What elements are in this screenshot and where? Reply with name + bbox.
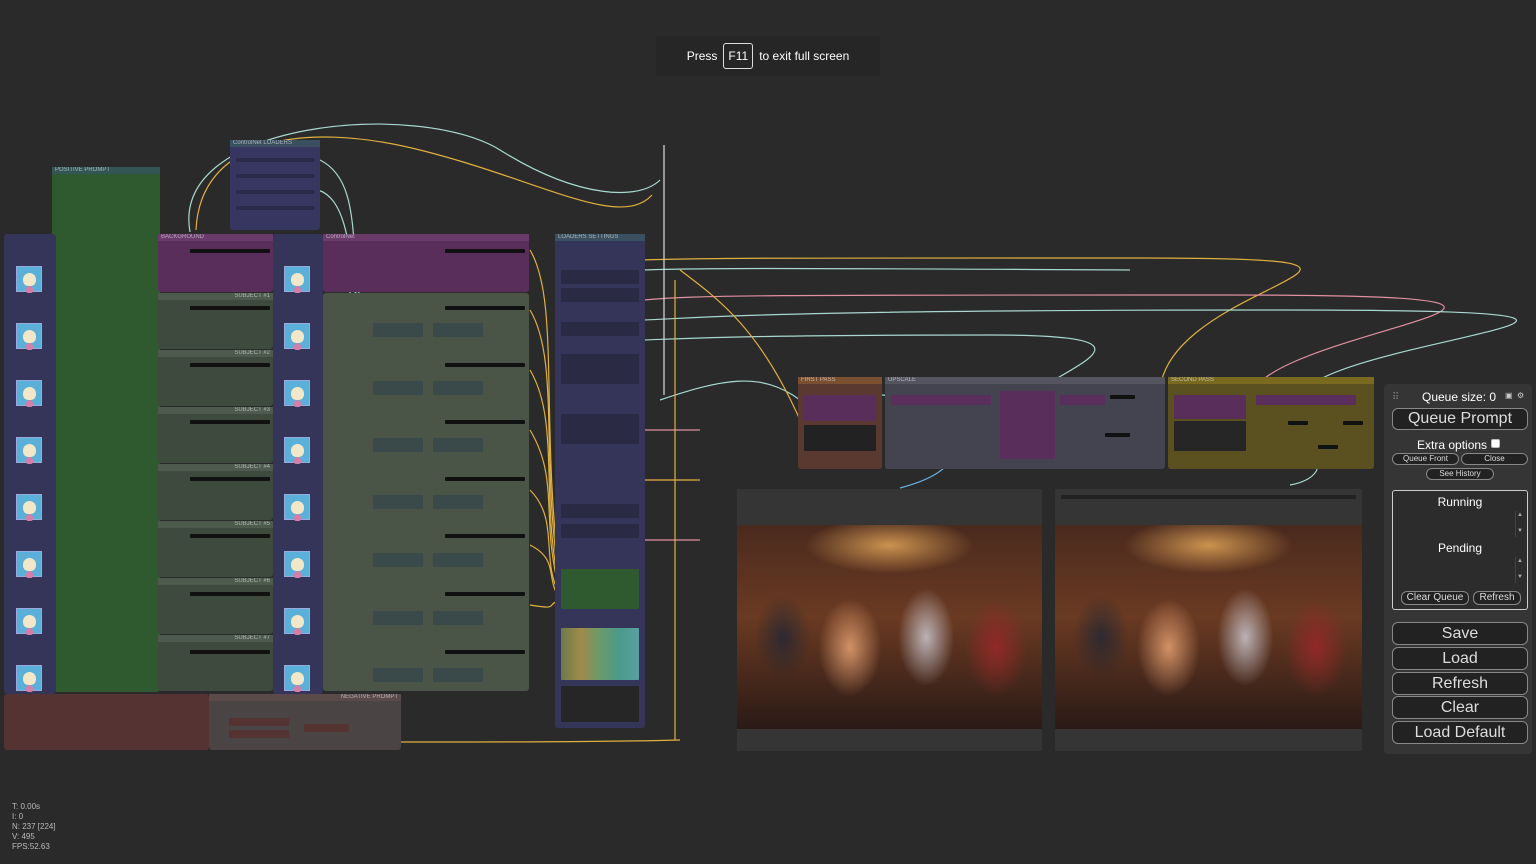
pending-label: Pending bbox=[1437, 541, 1483, 555]
second-pass-title: SECOND PASS bbox=[1168, 377, 1374, 384]
stat-nodes: N: 237 [224] bbox=[12, 822, 56, 831]
subject-title-7: SUBJECT #7 bbox=[158, 635, 273, 642]
subject-thumbnail[interactable] bbox=[16, 608, 42, 634]
stat-iterations: I: 0 bbox=[12, 812, 24, 821]
mask-thumbnail[interactable] bbox=[284, 323, 310, 349]
mask-thumbnail[interactable] bbox=[284, 380, 310, 406]
background-group[interactable]: BACKGROUND bbox=[158, 234, 273, 292]
subject-group-1[interactable]: SUBJECT #1 bbox=[158, 293, 273, 349]
controlnet-subject-column[interactable] bbox=[323, 293, 529, 691]
controlnet-background-group[interactable]: ControlNet bbox=[323, 234, 529, 292]
close-button[interactable]: Close bbox=[1461, 453, 1528, 465]
refresh-queue-button[interactable]: Refresh bbox=[1473, 591, 1521, 605]
extra-options-checkbox[interactable] bbox=[1491, 439, 1500, 448]
running-label: Running bbox=[1437, 495, 1483, 509]
save-button[interactable]: Save bbox=[1392, 622, 1528, 645]
subject-thumbnail[interactable] bbox=[16, 494, 42, 520]
see-history-button[interactable]: See History bbox=[1426, 468, 1494, 480]
controlnet-loaders-title: ControlNet LOADERS bbox=[230, 140, 320, 147]
first-pass-title: FIRST PASS bbox=[798, 377, 882, 384]
second-pass-image[interactable] bbox=[1055, 525, 1362, 729]
stat-time: T: 0.00s bbox=[12, 802, 41, 811]
clear-button[interactable]: Clear bbox=[1392, 696, 1528, 719]
upscale-title: UPSCALE bbox=[885, 377, 1165, 384]
loaders-settings-title: LOADERS SETTINGS bbox=[555, 234, 645, 241]
gear-icon[interactable]: ⚙ bbox=[1517, 392, 1525, 400]
clear-queue-button[interactable]: Clear Queue bbox=[1401, 591, 1469, 605]
queue-front-button[interactable]: Queue Front bbox=[1392, 453, 1459, 465]
pending-scrollbar[interactable]: ▲ ▼ bbox=[1515, 557, 1524, 583]
mask-thumbnail[interactable] bbox=[284, 437, 310, 463]
subject-thumbnail[interactable] bbox=[16, 380, 42, 406]
load-button[interactable]: Load bbox=[1392, 647, 1528, 670]
running-scrollbar[interactable]: ▲ ▼ bbox=[1515, 511, 1524, 537]
fullscreen-hint-press: Press bbox=[686, 49, 718, 63]
subject-thumbnail[interactable] bbox=[16, 323, 42, 349]
subject-group-3[interactable]: SUBJECT #3 bbox=[158, 407, 273, 463]
second-pass-preview[interactable] bbox=[1055, 489, 1362, 751]
stat-visible: V: 495 bbox=[12, 832, 35, 841]
queue-list: Running ▲ ▼ Pending ▲ ▼ Clear Queue Refres… bbox=[1392, 490, 1528, 610]
first-pass-group[interactable]: FIRST PASS bbox=[798, 377, 882, 469]
drag-handle-icon[interactable]: ⠿ bbox=[1392, 392, 1399, 403]
refresh-button[interactable]: Refresh bbox=[1392, 672, 1528, 695]
extra-options-label: Extra options bbox=[1417, 438, 1488, 452]
mask-thumbnail[interactable] bbox=[284, 665, 310, 691]
subject-group-6[interactable]: SUBJECT #6 bbox=[158, 578, 273, 634]
first-pass-image[interactable] bbox=[737, 525, 1042, 729]
loaders-settings-group[interactable]: LOADERS SETTINGS bbox=[555, 234, 645, 728]
subject-thumbnail[interactable] bbox=[16, 551, 42, 577]
subject-thumbnail[interactable] bbox=[16, 437, 42, 463]
subject-title-2: SUBJECT #2 bbox=[158, 350, 273, 357]
comfy-menu: ⠿ Queue size: 0 ▣ ⚙ Queue Prompt Extra o… bbox=[1384, 384, 1532, 754]
controlnet-loaders-group[interactable]: ControlNet LOADERS bbox=[230, 140, 320, 230]
subject-group-4[interactable]: SUBJECT #4 bbox=[158, 464, 273, 520]
subject-thumbnail[interactable] bbox=[16, 266, 42, 292]
subject-title-3: SUBJECT #3 bbox=[158, 407, 273, 414]
mask-thumbnail[interactable] bbox=[284, 551, 310, 577]
negative-prompt-group[interactable]: NEGATIVE PROMPT bbox=[209, 694, 401, 750]
controlnet-title: ControlNet bbox=[323, 234, 529, 241]
fullscreen-hint-text: to exit full screen bbox=[759, 49, 850, 63]
subject-group-5[interactable]: SUBJECT #5 bbox=[158, 521, 273, 577]
upscale-group[interactable]: UPSCALE bbox=[885, 377, 1165, 469]
fullscreen-hint: Press F11 to exit full screen bbox=[656, 36, 880, 76]
mask-thumbnail[interactable] bbox=[284, 266, 310, 292]
graph-canvas[interactable]: Press F11 to exit full screen POSITIVE P… bbox=[0, 0, 1536, 864]
negative-prompt-title: NEGATIVE PROMPT bbox=[209, 694, 401, 701]
positive-prompt-group[interactable]: POSITIVE PROMPT bbox=[52, 167, 160, 692]
subject-thumbnail[interactable] bbox=[16, 665, 42, 691]
queue-size: Queue size: 0 bbox=[1422, 390, 1497, 404]
subject-title-1: SUBJECT #1 bbox=[158, 293, 273, 300]
subject-title-6: SUBJECT #6 bbox=[158, 578, 273, 585]
queue-prompt-button[interactable]: Queue Prompt bbox=[1392, 408, 1528, 430]
subject-title-5: SUBJECT #5 bbox=[158, 521, 273, 528]
positive-prompt-title: POSITIVE PROMPT bbox=[52, 167, 160, 174]
subject-group-2[interactable]: SUBJECT #2 bbox=[158, 350, 273, 406]
subject-group-7[interactable]: SUBJECT #7 bbox=[158, 635, 273, 691]
first-pass-preview[interactable] bbox=[737, 489, 1042, 751]
negative-prompt-input[interactable] bbox=[4, 694, 209, 750]
subject-title-4: SUBJECT #4 bbox=[158, 464, 273, 471]
second-pass-group[interactable]: SECOND PASS bbox=[1168, 377, 1374, 469]
f11-key: F11 bbox=[723, 43, 754, 69]
background-title: BACKGROUND bbox=[158, 234, 273, 241]
mask-thumbnail[interactable] bbox=[284, 494, 310, 520]
mask-thumbnail[interactable] bbox=[284, 608, 310, 634]
stat-fps: FPS:52.63 bbox=[12, 842, 50, 851]
image-icon[interactable]: ▣ bbox=[1505, 392, 1513, 400]
render-stats: T: 0.00s I: 0 N: 237 [224] V: 495 FPS:52… bbox=[12, 802, 56, 852]
load-default-button[interactable]: Load Default bbox=[1392, 721, 1528, 744]
